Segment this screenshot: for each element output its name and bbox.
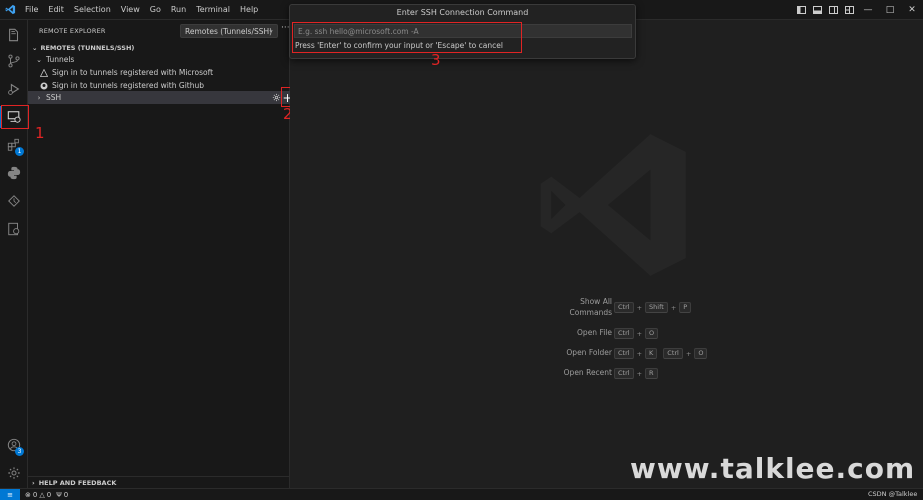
shortcut-label: Open File [577, 328, 612, 337]
source-control-icon[interactable] [0, 48, 28, 74]
key: Ctrl [614, 302, 634, 313]
annotation-label-3: 3 [431, 51, 441, 69]
extensions-icon[interactable]: 1 [0, 132, 28, 158]
activity-bar: 1 3 [0, 20, 28, 488]
remotes-section-label: REMOTES (TUNNELS/SSH) [40, 44, 135, 52]
chevron-down-icon: ⌄ [36, 55, 42, 64]
remote-containers-icon[interactable] [0, 216, 28, 242]
tunnel-signin-github-label: Sign in to tunnels registered with Githu… [52, 81, 204, 90]
settings-gear-icon[interactable] [0, 460, 28, 486]
warning-count: 0 [46, 490, 52, 499]
shortcut-keys: Ctrl + O [614, 328, 659, 339]
chevron-down-icon: ⌄ [268, 26, 274, 34]
extensions-badge: 1 [15, 147, 24, 156]
problems-indicator[interactable]: ⊗ 0 △ 0 [25, 491, 51, 499]
shortcut-open-recent[interactable]: Open Recent Ctrl + R [540, 368, 740, 380]
tunnel-signin-microsoft[interactable]: Sign in to tunnels registered with Micro… [28, 66, 290, 79]
shortcut-label: Open Folder [566, 348, 612, 357]
customize-layout-icon[interactable] [841, 0, 857, 20]
menu-file[interactable]: File [20, 0, 43, 20]
shortcut-label: Open Recent [563, 368, 612, 377]
vscode-logo-icon [0, 0, 20, 20]
key: K [645, 348, 658, 359]
close-icon[interactable]: ✕ [901, 0, 923, 20]
error-count: 0 [32, 490, 38, 499]
error-icon: ⊗ [25, 490, 31, 499]
ssh-label: SSH [46, 93, 62, 102]
remote-type-select[interactable]: Remotes (Tunnels/SSH) ⌄ [180, 24, 278, 38]
key-plus: + [636, 349, 643, 358]
minimize-icon[interactable]: — [857, 0, 879, 20]
title-controls: — □ ✕ [793, 0, 923, 20]
shortcut-open-folder[interactable]: Open Folder Ctrl + K Ctrl + O [540, 348, 740, 360]
key: Shift [645, 302, 668, 313]
help-feedback-section-header[interactable]: › HELP AND FEEDBACK [28, 476, 290, 488]
vscode-watermark-logo-icon [540, 134, 686, 276]
menu-go[interactable]: Go [145, 0, 166, 20]
annotation-box-1 [1, 105, 29, 129]
menu-selection[interactable]: Selection [69, 0, 116, 20]
chevron-right-icon: › [37, 93, 41, 102]
menu-help[interactable]: Help [235, 0, 263, 20]
csdn-watermark: CSDN @Talklee [868, 490, 918, 498]
quick-input-title: Enter SSH Connection Command [396, 7, 529, 17]
microsoft-icon [39, 68, 49, 78]
ssh-config-gear-icon[interactable] [271, 92, 281, 103]
timeline-icon[interactable] [0, 188, 28, 214]
ports-icon: Ψ [56, 490, 62, 499]
tunnel-signin-microsoft-label: Sign in to tunnels registered with Micro… [52, 68, 214, 77]
key: Ctrl [614, 328, 634, 339]
key: Ctrl [614, 348, 634, 359]
shortcut-show-all-commands[interactable]: Show All Commands Ctrl + Shift + P [540, 296, 740, 317]
ssh-group[interactable]: › SSH [28, 91, 290, 104]
tunnels-label: Tunnels [46, 55, 75, 64]
github-icon [39, 81, 49, 91]
tunnels-group[interactable]: ⌄ Tunnels [28, 53, 290, 66]
annotation-box-3 [292, 22, 522, 53]
shortcut-keys: Ctrl + K Ctrl + O [614, 348, 708, 359]
shortcut-label: Show All Commands [569, 297, 612, 317]
menu-edit[interactable]: Edit [43, 0, 69, 20]
menu-terminal[interactable]: Terminal [191, 0, 235, 20]
chevron-right-icon: › [32, 478, 35, 487]
key: Ctrl [663, 348, 683, 359]
key: O [645, 328, 659, 339]
status-bar: ≡ ⊗ 0 △ 0 Ψ 0 [0, 488, 923, 500]
toggle-primary-sidebar-icon[interactable] [793, 0, 809, 20]
key-plus: + [636, 369, 643, 378]
key: R [645, 368, 658, 379]
remote-type-select-value: Remotes (Tunnels/SSH) [185, 26, 273, 36]
remote-indicator-icon[interactable]: ≡ [0, 488, 20, 500]
chevron-down-icon: ⌄ [32, 44, 38, 52]
ports-indicator[interactable]: Ψ 0 [56, 491, 68, 499]
shortcut-keys: Ctrl + R [614, 368, 658, 379]
key-plus: + [636, 329, 643, 338]
accounts-icon[interactable]: 3 [0, 432, 28, 458]
maximize-icon[interactable]: □ [879, 0, 901, 20]
python-icon[interactable] [0, 160, 28, 186]
key-plus: + [685, 349, 692, 358]
annotation-label-1: 1 [35, 124, 45, 142]
toggle-panel-icon[interactable] [809, 0, 825, 20]
menu-bar: File Edit Selection View Go Run Terminal… [20, 0, 263, 20]
accounts-badge: 3 [15, 447, 24, 456]
key-plus: + [636, 303, 643, 312]
editor-area [290, 20, 923, 488]
help-feedback-label: HELP AND FEEDBACK [38, 478, 117, 487]
remote-explorer-sidebar: REMOTE EXPLORER Remotes (Tunnels/SSH) ⌄ … [28, 20, 293, 488]
key-plus: + [670, 303, 677, 312]
run-debug-icon[interactable] [0, 76, 28, 102]
explorer-icon[interactable] [0, 22, 28, 48]
toggle-secondary-sidebar-icon[interactable] [825, 0, 841, 20]
warning-icon: △ [39, 490, 45, 499]
ports-count: 0 [63, 490, 69, 499]
shortcut-open-file[interactable]: Open File Ctrl + O [540, 328, 740, 340]
menu-view[interactable]: View [116, 0, 145, 20]
shortcut-keys: Ctrl + Shift + P [614, 302, 692, 313]
site-watermark: www.talklee.com [630, 452, 916, 485]
key: P [679, 302, 692, 313]
key: O [694, 348, 708, 359]
menu-run[interactable]: Run [166, 0, 191, 20]
key: Ctrl [614, 368, 634, 379]
